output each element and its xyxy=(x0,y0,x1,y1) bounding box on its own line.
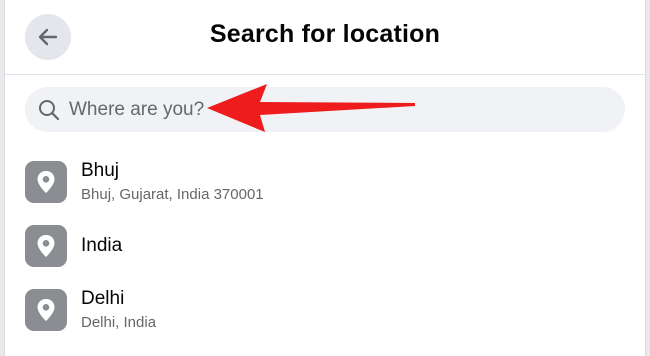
list-item-location[interactable]: Delhi Delhi, India xyxy=(5,278,645,342)
location-pin-icon xyxy=(25,161,67,203)
location-search-dialog: Search for location Bhuj Bhuj, Gujarat, … xyxy=(5,0,645,356)
location-name: Bhuj xyxy=(81,159,120,181)
search-bar[interactable] xyxy=(25,87,625,132)
location-detail: Bhuj, Gujarat, India 370001 xyxy=(81,185,264,203)
location-text: Delhi Delhi, India xyxy=(81,288,156,333)
page-title: Search for location xyxy=(209,20,441,48)
list-item-location[interactable]: India xyxy=(5,214,645,278)
search-icon xyxy=(37,98,61,122)
list-item-location[interactable]: Bhuj Bhuj, Gujarat, India 370001 xyxy=(5,150,645,214)
search-input[interactable] xyxy=(67,88,591,131)
location-name: Delhi xyxy=(81,287,125,309)
dialog-header: Search for location xyxy=(5,0,645,75)
location-text: Bhuj Bhuj, Gujarat, India 370001 xyxy=(81,160,264,205)
location-pin-icon xyxy=(25,289,67,331)
location-detail: Delhi, India xyxy=(81,313,157,331)
location-pin-icon xyxy=(25,225,67,267)
location-name: India xyxy=(81,235,123,256)
location-list: Bhuj Bhuj, Gujarat, India 370001 India D… xyxy=(5,150,645,342)
location-text: India xyxy=(81,235,122,257)
